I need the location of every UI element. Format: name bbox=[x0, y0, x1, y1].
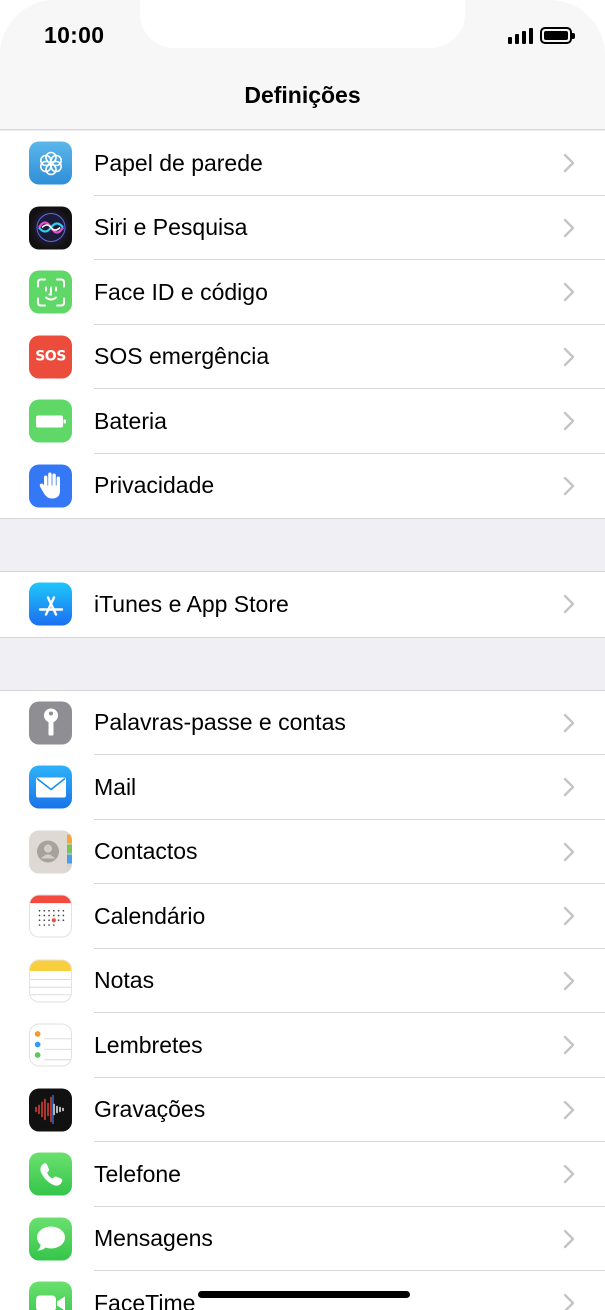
settings-row-privacy[interactable]: Privacidade bbox=[0, 454, 605, 519]
settings-row-label: Palavras-passe e contas bbox=[94, 709, 346, 736]
status-and-nav-bar: 10:00 Definições bbox=[0, 0, 605, 130]
siri-icon bbox=[29, 206, 72, 250]
settings-row-notes[interactable]: Notas bbox=[0, 949, 605, 1013]
settings-row-label: Telefone bbox=[94, 1160, 181, 1187]
settings-row-siri[interactable]: Siri e Pesquisa bbox=[0, 196, 605, 260]
settings-row-label: Face ID e código bbox=[94, 278, 268, 305]
chevron-right-icon bbox=[563, 907, 575, 926]
settings-row-itunes-app-store[interactable]: iTunes e App Store bbox=[0, 572, 605, 637]
cellular-signal-icon bbox=[508, 27, 533, 44]
chevron-right-icon bbox=[563, 842, 575, 861]
messages-icon bbox=[29, 1217, 72, 1261]
chevron-right-icon bbox=[563, 1036, 575, 1055]
chevron-right-icon bbox=[563, 971, 575, 990]
settings-row-phone[interactable]: Telefone bbox=[0, 1142, 605, 1207]
settings-list: Papel de parede Siri e Pesquisa Face ID … bbox=[0, 131, 605, 1310]
settings-row-label: Siri e Pesquisa bbox=[94, 214, 248, 241]
settings-row-calendar[interactable]: Calendário bbox=[0, 884, 605, 949]
settings-group-3: Palavras-passe e contas Mail Contactos C… bbox=[0, 689, 605, 1310]
chevron-right-icon bbox=[563, 476, 575, 495]
settings-group-1: Papel de parede Siri e Pesquisa Face ID … bbox=[0, 131, 605, 519]
chevron-right-icon bbox=[563, 412, 575, 431]
mail-icon bbox=[29, 765, 72, 809]
home-indicator[interactable] bbox=[198, 1291, 410, 1298]
settings-row-passwords[interactable]: Palavras-passe e contas bbox=[0, 691, 605, 755]
settings-row-label: Calendário bbox=[94, 902, 206, 929]
key-icon bbox=[29, 701, 72, 745]
settings-group-2: iTunes e App Store bbox=[0, 571, 605, 638]
battery-status-icon bbox=[540, 27, 575, 44]
settings-row-label: Papel de parede bbox=[94, 149, 263, 176]
settings-row-face-id[interactable]: Face ID e código bbox=[0, 260, 605, 325]
voice-memos-icon bbox=[29, 1088, 72, 1132]
settings-row-voice-memos[interactable]: Gravações bbox=[0, 1078, 605, 1142]
wallpaper-icon bbox=[29, 141, 72, 185]
app-store-icon bbox=[29, 582, 72, 626]
settings-row-label: Mensagens bbox=[94, 1225, 213, 1252]
chevron-right-icon bbox=[563, 347, 575, 366]
settings-row-label: Bateria bbox=[94, 407, 167, 434]
face-id-icon bbox=[29, 270, 72, 314]
sos-icon-text: SOS bbox=[35, 348, 66, 365]
settings-row-label: Gravações bbox=[94, 1096, 206, 1123]
chevron-right-icon bbox=[563, 713, 575, 732]
contacts-icon bbox=[29, 830, 72, 874]
phone-icon bbox=[29, 1152, 72, 1196]
status-time: 10:00 bbox=[44, 22, 105, 48]
settings-row-label: Privacidade bbox=[94, 472, 215, 499]
settings-row-sos[interactable]: SOS SOS emergência bbox=[0, 325, 605, 389]
facetime-icon bbox=[29, 1281, 72, 1310]
privacy-hand-icon bbox=[29, 464, 72, 508]
settings-row-wallpaper[interactable]: Papel de parede bbox=[0, 131, 605, 196]
settings-row-label: Contactos bbox=[94, 838, 198, 865]
chevron-right-icon bbox=[563, 778, 575, 797]
chevron-right-icon bbox=[563, 1165, 575, 1184]
sos-icon: SOS bbox=[29, 335, 72, 379]
calendar-icon bbox=[29, 894, 72, 938]
settings-row-reminders[interactable]: Lembretes bbox=[0, 1013, 605, 1078]
battery-icon bbox=[29, 399, 72, 443]
chevron-right-icon bbox=[563, 154, 575, 173]
page-title: Definições bbox=[244, 82, 361, 108]
settings-row-battery[interactable]: Bateria bbox=[0, 389, 605, 454]
notes-icon bbox=[29, 959, 72, 1003]
settings-row-label: SOS emergência bbox=[94, 343, 270, 370]
settings-row-label: FaceTime bbox=[94, 1289, 196, 1310]
settings-row-label: Lembretes bbox=[94, 1031, 203, 1058]
chevron-right-icon bbox=[563, 1294, 575, 1310]
notch bbox=[140, 0, 465, 48]
chevron-right-icon bbox=[563, 595, 575, 614]
settings-row-contacts[interactable]: Contactos bbox=[0, 820, 605, 884]
settings-row-messages[interactable]: Mensagens bbox=[0, 1207, 605, 1271]
chevron-right-icon bbox=[563, 1100, 575, 1119]
settings-row-label: iTunes e App Store bbox=[94, 590, 289, 617]
chevron-right-icon bbox=[563, 1229, 575, 1248]
reminders-icon bbox=[29, 1023, 72, 1067]
settings-row-mail[interactable]: Mail bbox=[0, 755, 605, 820]
chevron-right-icon bbox=[563, 283, 575, 302]
settings-row-label: Mail bbox=[94, 773, 137, 800]
chevron-right-icon bbox=[563, 218, 575, 237]
settings-row-label: Notas bbox=[94, 967, 155, 994]
